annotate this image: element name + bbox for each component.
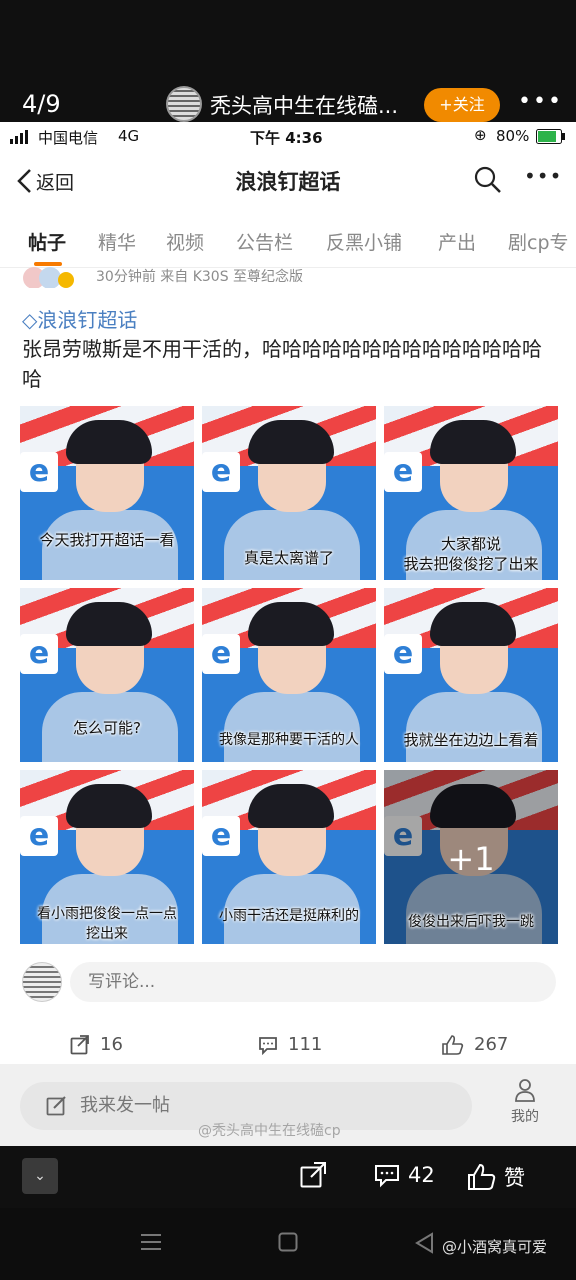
viewer-top-bar: 4/9 秃头高中生在线磕... +关注 ••• [0,0,576,122]
grid-image-2[interactable]: e 真是太离谱了 [202,406,376,580]
comment-count: 111 [288,1034,323,1055]
comment-icon [259,1036,277,1055]
tab-featured[interactable]: 精华 [98,228,136,255]
thumbs-up-icon [468,1164,496,1190]
grid-image-5[interactable]: e 我像是那种要干活的人 [202,588,376,762]
page-counter: 4/9 [22,90,61,118]
grid-image-4[interactable]: e 怎么可能? [20,588,194,762]
more-menu-icon[interactable]: ••• [524,164,562,188]
tab-bulletin[interactable]: 公告栏 [236,228,293,255]
viewer-bottom-bar: ⌄ 42 赞 [0,1146,576,1208]
image-caption: 大家都说 我去把俊俊挖了出来 [403,535,539,573]
back-nav-icon[interactable] [414,1232,434,1254]
edit-icon [46,1096,66,1116]
weibo-watermark: @小酒窝真可爱 [442,1238,548,1256]
tab-output[interactable]: 产出 [438,228,476,255]
image-caption: 看小雨把俊俊一点一点 挖出来 [37,906,177,942]
clock: 下午 4:36 [250,129,323,147]
signal-icon [10,130,28,144]
comment-input[interactable]: 写评论... [70,962,556,1002]
poster-name[interactable]: 秃头高中生在线磕... [210,90,398,120]
more-images-count: +1 [447,840,495,878]
like-button[interactable]: 267 [442,1034,508,1055]
android-nav-bar: @小酒窝真可爱 [0,1208,576,1280]
tab-bar: 帖子 精华 视频 公告栏 反黑小铺 产出 剧cp专 [0,214,576,268]
poster-avatar[interactable] [166,86,202,122]
compose-label: 我来发一帖 [80,1095,170,1116]
comment-icon [375,1165,399,1188]
image-caption: 怎么可能? [73,719,141,737]
top-nav: 返回 浪浪钉超话 ••• [0,150,576,212]
me-label: 我的 [511,1109,539,1125]
me-tab[interactable]: 我的 [500,1078,550,1126]
image-caption: 今天我打开超话一看 [39,531,175,549]
post-meta: 30分钟前 来自 K30S 至尊纪念版 [96,269,304,285]
thumbs-up-icon [442,1034,464,1055]
search-icon[interactable] [474,166,502,194]
rotation-lock-icon: ⊕ [474,126,487,144]
image-caption: 我像是那种要干活的人 [219,732,359,748]
like-count: 267 [474,1034,509,1055]
grid-image-8[interactable]: e 小雨干活还是挺麻利的 [202,770,376,944]
more-options-icon[interactable]: ••• [518,89,563,114]
home-icon[interactable] [278,1232,298,1252]
share-button[interactable] [300,1162,326,1188]
diamond-icon: ◇ [22,308,38,332]
image-grid: e 今天我打开超话一看 e 真是太离谱了 e 大家都说 我去把俊俊挖了出来 e … [20,406,558,944]
battery-percent: 80% [496,127,530,145]
screenshot-watermark: @秃头高中生在线磕cp [198,1123,341,1139]
person-icon [515,1079,535,1102]
tab-posts[interactable]: 帖子 [28,228,66,255]
post-text: 张昂劳嗷斯是不用干活的，哈哈哈哈哈哈哈哈哈哈哈哈哈哈哈 [22,337,542,391]
viewer-like-button[interactable]: 赞 [468,1162,525,1192]
battery-icon [536,129,565,144]
expand-button[interactable]: ⌄ [22,1158,58,1194]
comment-row: 写评论... [0,952,576,1022]
image-caption: 真是太离谱了 [243,549,334,567]
author-avatar[interactable] [22,262,78,288]
viewer-comment-count: 42 [408,1163,435,1187]
grid-image-6[interactable]: e 我就坐在边边上看着 [384,588,558,762]
carrier-label: 中国电信 [38,129,99,147]
grid-image-1[interactable]: e 今天我打开超话一看 [20,406,194,580]
repost-count: 16 [100,1034,123,1055]
viewer-comment-button[interactable]: 42 [374,1162,435,1188]
network-label: 4G [118,127,140,145]
my-avatar [22,962,62,1002]
shared-screenshot: 中国电信 4G 下午 4:36 ⊕ 80% 返回 浪浪钉超话 ••• 帖子 精华… [0,122,576,1146]
repost-icon [70,1034,89,1054]
share-icon [300,1162,326,1188]
menu-icon[interactable] [140,1232,162,1252]
follow-button[interactable]: +关注 [424,88,500,122]
grid-image-7[interactable]: e 看小雨把俊俊一点一点 挖出来 [20,770,194,944]
grid-image-9[interactable]: e +1 俊俊出来后吓我一跳 [384,770,558,944]
image-caption: 小雨干活还是挺麻利的 [219,908,359,924]
status-bar: 中国电信 4G 下午 4:36 ⊕ 80% [0,122,576,150]
image-caption: 我就坐在边边上看着 [403,731,539,749]
viewer-like-label: 赞 [504,1166,525,1190]
tab-anti-black[interactable]: 反黑小铺 [326,228,402,255]
topic-link[interactable]: ◇浪浪钉超话 [22,304,137,333]
topic-label: 浪浪钉超话 [37,308,138,332]
repost-button[interactable]: 16 [70,1034,123,1055]
image-caption: 俊俊出来后吓我一跳 [408,914,534,930]
tab-drama-cp[interactable]: 剧cp专 [508,228,569,255]
tab-videos[interactable]: 视频 [166,228,204,255]
comments-button[interactable]: 111 [258,1034,322,1055]
grid-image-3[interactable]: e 大家都说 我去把俊俊挖了出来 [384,406,558,580]
